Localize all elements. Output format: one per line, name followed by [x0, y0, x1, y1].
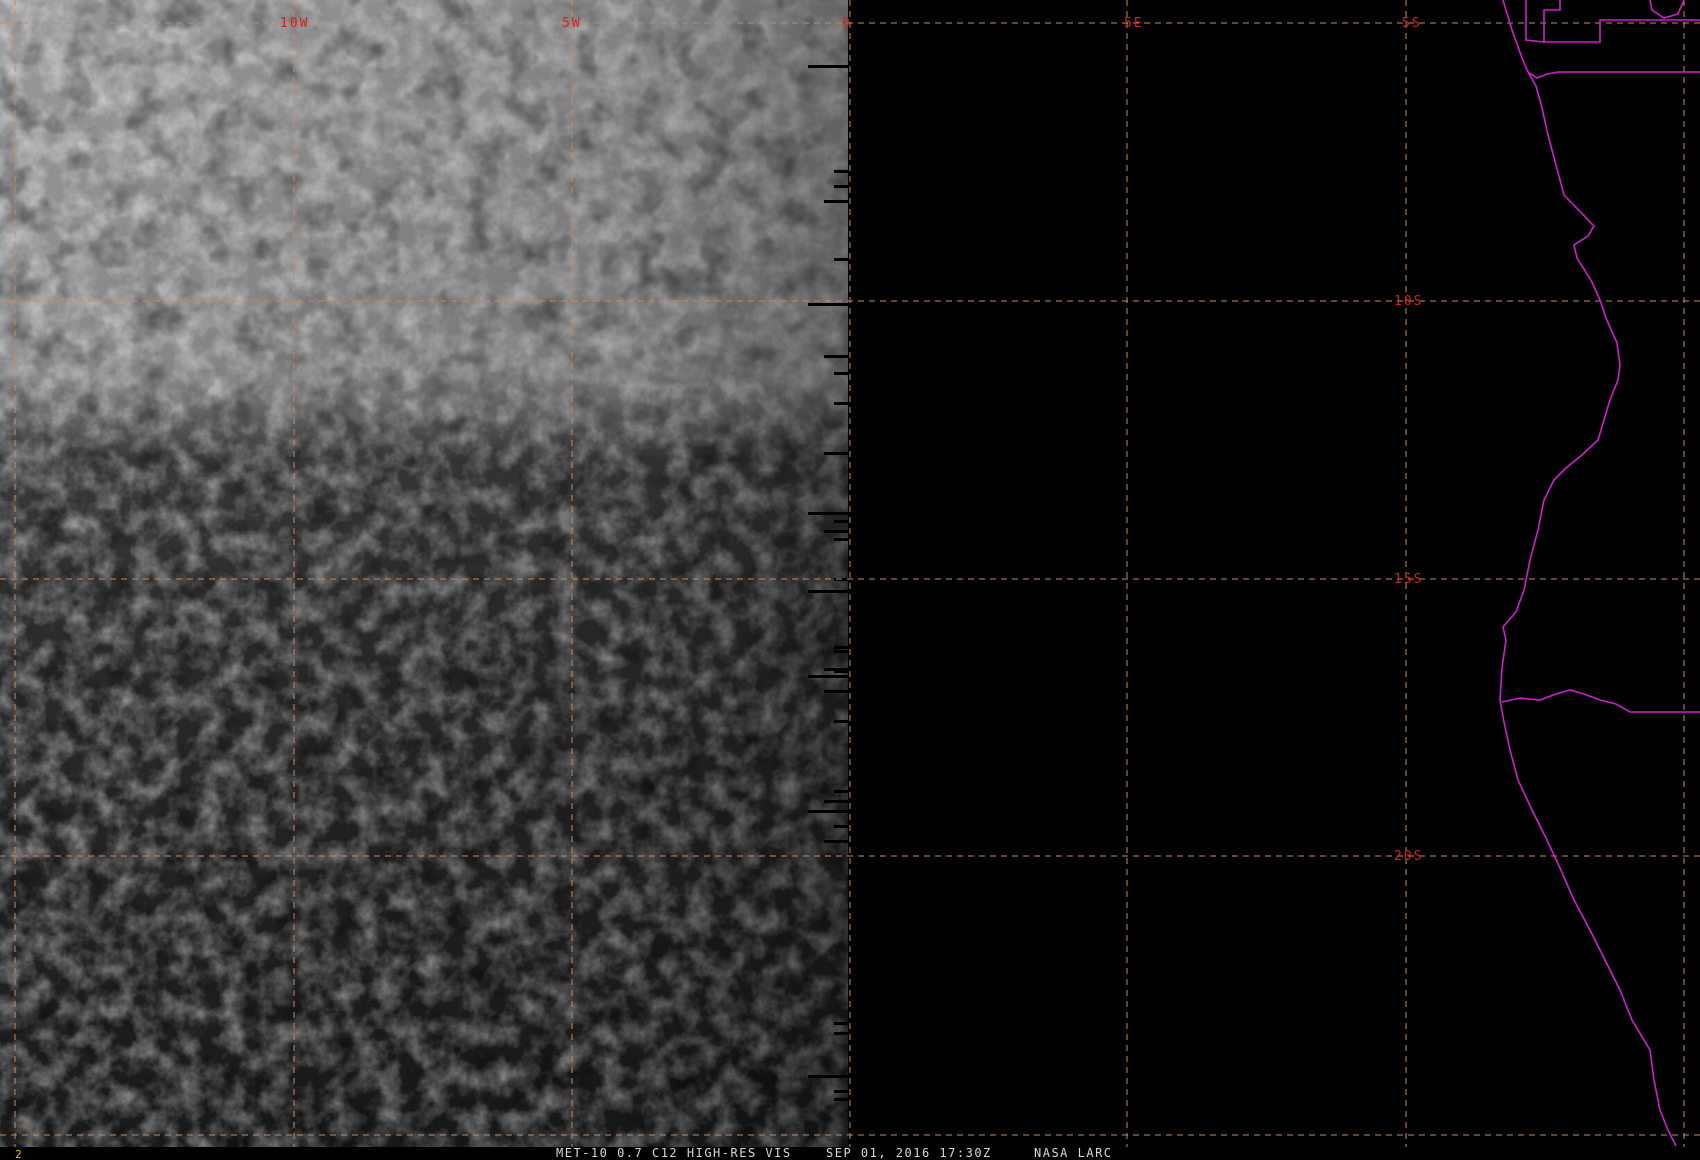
map-canvas: 10W 5W 0 5E 5S 10S 15S 20S 2 MET-10 0.7 … — [0, 0, 1700, 1160]
edge-tick — [834, 1098, 848, 1101]
edge-tick — [824, 355, 848, 358]
label-5w: 5W — [562, 16, 582, 31]
satellite-image-viewport[interactable]: 10W 5W 0 5E 5S 10S 15S 20S 2 MET-10 0.7 … — [0, 0, 1700, 1160]
edge-tick — [834, 650, 848, 653]
edge-tick — [824, 530, 848, 533]
edge-tick — [834, 1022, 848, 1025]
edge-tick — [808, 512, 848, 515]
africa-coastline — [1499, 0, 1700, 1147]
edge-tick — [808, 65, 848, 68]
label-5e: 5E — [1124, 16, 1144, 31]
congo-border — [1525, 0, 1700, 43]
edge-tick — [808, 303, 848, 306]
edge-tick — [834, 185, 848, 188]
edge-tick — [824, 800, 848, 803]
product-name: MET-10 0.7 C12 HIGH-RES VIS — [556, 1146, 792, 1160]
edge-tick — [824, 200, 848, 203]
edge-tick — [834, 402, 848, 405]
edge-tick — [824, 452, 848, 455]
edge-tick — [834, 646, 848, 649]
label-5s: 5S — [1402, 16, 1422, 31]
label-10s: 10S — [1394, 294, 1423, 309]
edge-tick — [824, 840, 848, 843]
label-15s: 15S — [1394, 572, 1423, 587]
edge-tick — [808, 590, 848, 593]
edge-tick — [834, 1090, 848, 1093]
edge-tick — [834, 170, 848, 173]
label-10w: 10W — [280, 16, 309, 31]
edge-tick — [834, 372, 848, 375]
angola-namibia-border — [1501, 689, 1700, 713]
edge-tick — [834, 520, 848, 523]
coastline-overlay — [1499, 0, 1700, 1147]
label-0: 0 — [842, 16, 852, 31]
image-timestamp: SEP 01, 2016 17:30Z — [826, 1146, 992, 1160]
frame-number: 2 — [15, 1148, 22, 1160]
edge-tick — [808, 810, 848, 813]
edge-tick — [808, 675, 848, 678]
cloud-imagery — [0, 0, 848, 1148]
edge-tick — [824, 690, 848, 693]
edge-tick — [834, 720, 848, 723]
edge-tick — [834, 825, 848, 828]
data-source: NASA LARC — [1034, 1146, 1113, 1160]
edge-tick — [834, 538, 848, 541]
edge-tick — [834, 1032, 848, 1035]
edge-tick — [808, 1075, 848, 1078]
edge-tick — [834, 670, 848, 673]
edge-tick — [834, 258, 848, 261]
label-20s: 20S — [1394, 849, 1423, 864]
status-bar: 2 MET-10 0.7 C12 HIGH-RES VIS SEP 01, 20… — [0, 1146, 1700, 1160]
edge-tick — [834, 790, 848, 793]
